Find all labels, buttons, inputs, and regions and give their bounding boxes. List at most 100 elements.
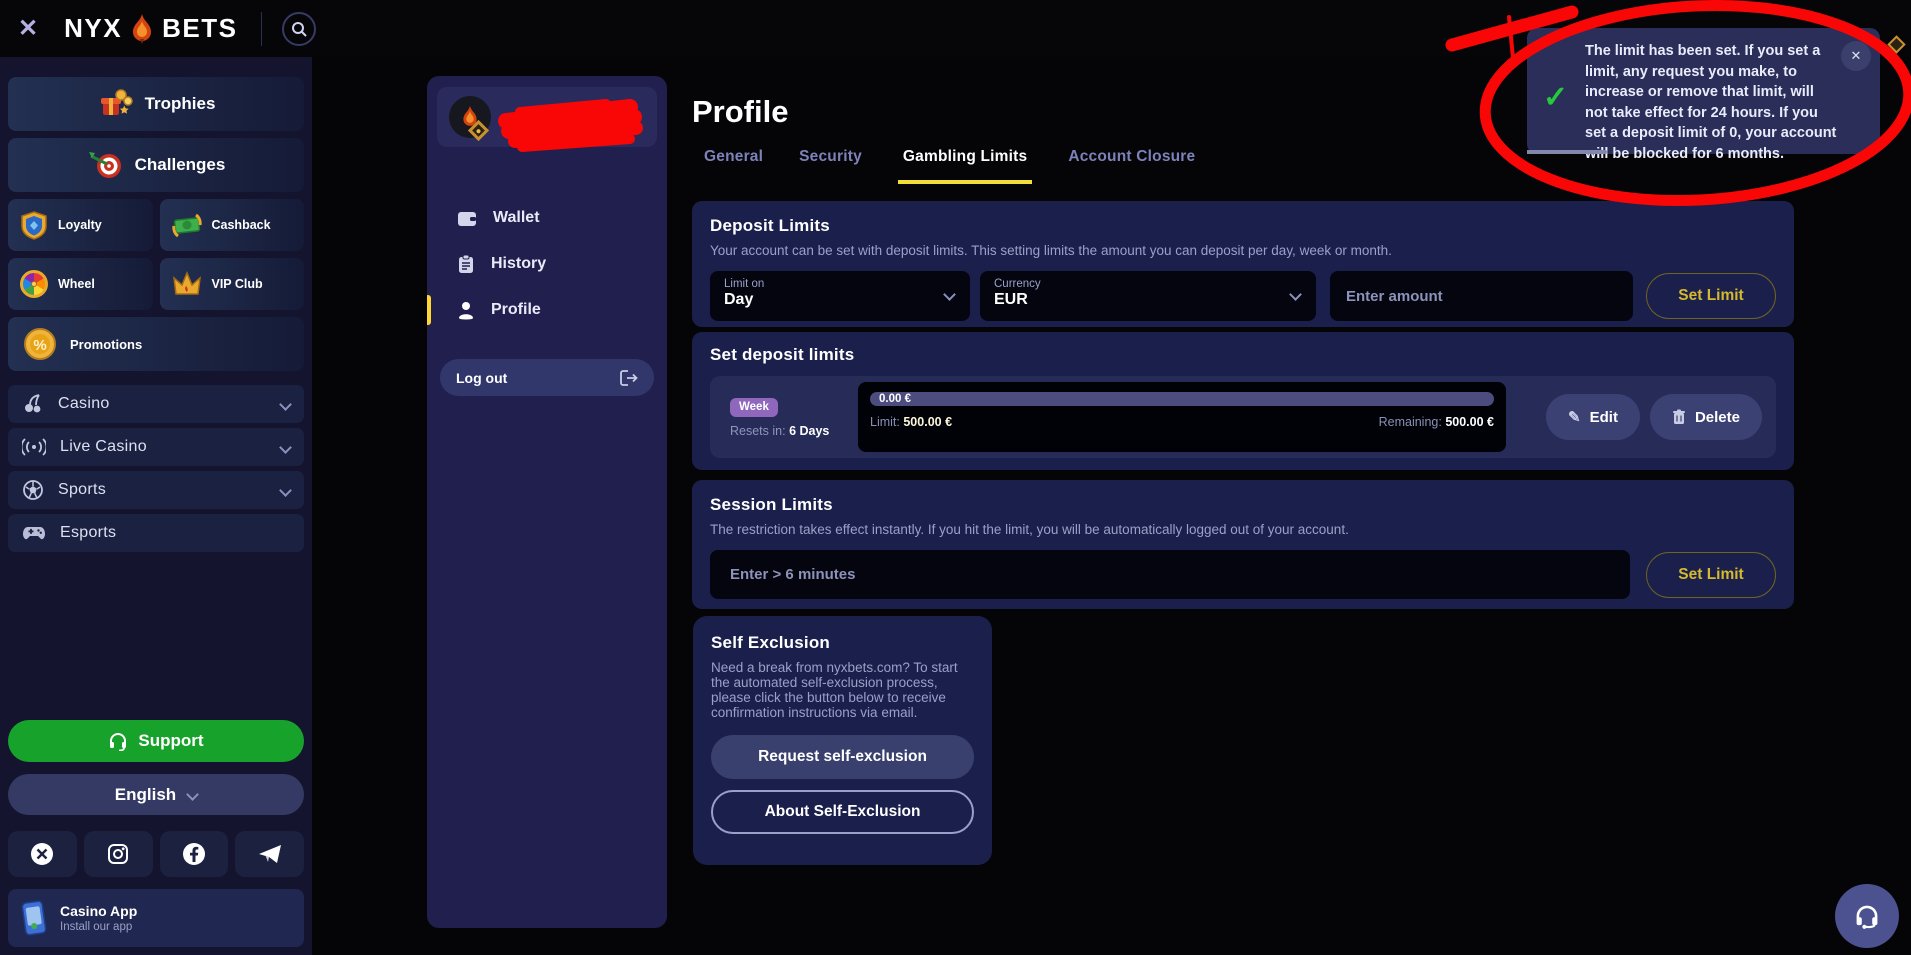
toast-close-icon[interactable]: ✕ <box>1841 41 1871 71</box>
page-title: Profile <box>692 94 788 130</box>
active-indicator <box>427 295 431 325</box>
chat-headset-icon <box>1854 903 1880 929</box>
period-badge: Week <box>730 398 778 417</box>
toast-timer-bar <box>1527 150 1607 154</box>
social-links <box>8 831 304 877</box>
chevron-down-icon <box>279 441 292 454</box>
tab-general[interactable]: General <box>704 148 763 184</box>
session-limits-panel: Session Limits The restriction takes eff… <box>692 480 1794 609</box>
sidebar-item-esports[interactable]: Esports <box>8 514 304 552</box>
limit-on-label: Limit on <box>724 278 956 290</box>
deposit-limits-panel: Deposit Limits Your account can be set w… <box>692 201 1794 327</box>
sidebar-item-live-casino[interactable]: Live Casino <box>8 428 304 466</box>
brand-logo[interactable]: NYX BETS <box>64 13 237 45</box>
sidebar-item-loyalty[interactable]: Loyalty <box>8 199 153 251</box>
chevron-down-icon <box>279 484 292 497</box>
wallet-icon <box>457 209 477 227</box>
sidebar-item-promotions[interactable]: % Promotions <box>8 317 304 371</box>
sidebar-item-label: Challenges <box>135 155 226 175</box>
menu-item-history[interactable]: History <box>427 241 667 287</box>
x-social-button[interactable] <box>8 831 77 877</box>
request-self-exclusion-button[interactable]: Request self-exclusion <box>711 735 974 779</box>
sidebar-item-label: Promotions <box>70 337 142 352</box>
pencil-icon: ✎ <box>1568 408 1581 426</box>
trophies-icon <box>97 87 133 121</box>
chevron-down-icon <box>186 788 199 801</box>
instagram-social-button[interactable] <box>84 831 153 877</box>
deposit-limits-description: Your account can be set with deposit lim… <box>710 243 1776 258</box>
sidebar-item-cashback[interactable]: Cashback <box>160 199 305 251</box>
set-deposit-limits-title: Set deposit limits <box>710 345 1776 365</box>
session-set-limit-button[interactable]: Set Limit <box>1646 552 1776 598</box>
brand-text-right: BETS <box>162 13 237 44</box>
tab-account-closure[interactable]: Account Closure <box>1068 148 1195 184</box>
casino-app-banner[interactable]: Casino App Install our app <box>8 889 304 947</box>
menu-item-profile[interactable]: Profile <box>427 287 667 333</box>
self-exclusion-description: Need a break from nyxbets.com? To start … <box>711 660 974 720</box>
language-selector[interactable]: English <box>8 774 304 815</box>
currency-dropdown[interactable]: Currency EUR <box>980 271 1316 321</box>
telegram-social-button[interactable] <box>235 831 304 877</box>
progress-value: 0.00 € <box>879 392 911 406</box>
search-icon <box>291 21 307 37</box>
limit-on-value: Day <box>724 291 956 309</box>
facebook-social-button[interactable] <box>160 831 229 877</box>
logout-button[interactable]: Log out <box>440 359 654 396</box>
success-check-icon: ✓ <box>1543 80 1568 115</box>
close-icon[interactable]: ✕ <box>18 14 38 43</box>
sports-ball-icon <box>22 479 44 501</box>
account-menu-panel: 79CoolDove Wallet History <box>427 76 667 928</box>
app-window: ✕ NYX BETS <box>0 0 1911 955</box>
deposit-amount-input[interactable] <box>1330 271 1633 321</box>
sidebar-item-challenges[interactable]: Challenges <box>8 138 304 192</box>
sidebar: Trophies Challenges Loyalty <box>0 57 312 955</box>
edit-limit-button[interactable]: ✎ Edit <box>1546 394 1640 440</box>
limit-label: Limit: <box>870 415 900 429</box>
search-button[interactable] <box>282 12 316 46</box>
sidebar-item-vip-club[interactable]: VIP Club <box>160 258 305 310</box>
support-button[interactable]: Support <box>8 720 304 762</box>
profile-person-icon <box>457 300 475 320</box>
currency-label: Currency <box>994 278 1302 290</box>
sidebar-item-trophies[interactable]: Trophies <box>8 77 304 131</box>
menu-item-label: Profile <box>491 301 541 319</box>
sidebar-item-wheel[interactable]: Wheel <box>8 258 153 310</box>
resets-value: 6 Days <box>789 424 829 438</box>
facebook-icon <box>181 841 207 867</box>
remaining-value: 500.00 € <box>1445 415 1494 429</box>
sidebar-item-sports[interactable]: Sports <box>8 471 304 509</box>
currency-value: EUR <box>994 291 1302 309</box>
vip-crown-icon <box>172 270 202 298</box>
headset-icon <box>108 731 128 751</box>
sidebar-item-casino[interactable]: Casino <box>8 385 304 423</box>
delete-label: Delete <box>1695 409 1740 426</box>
sidebar-feature-grid: Loyalty Cashback Wheel <box>8 199 304 310</box>
limit-on-dropdown[interactable]: Limit on Day <box>710 271 970 321</box>
deposit-set-limit-button[interactable]: Set Limit <box>1646 273 1776 319</box>
promotions-icon: % <box>22 326 58 362</box>
sidebar-item-label: VIP Club <box>212 277 263 291</box>
challenges-icon <box>87 148 123 182</box>
set-deposit-limits-panel: Set deposit limits Week Resets in: 6 Day… <box>692 332 1794 470</box>
deposit-limits-title: Deposit Limits <box>710 216 1776 236</box>
about-self-exclusion-button[interactable]: About Self-Exclusion <box>711 790 974 834</box>
session-minutes-input[interactable] <box>710 550 1630 599</box>
language-label: English <box>115 785 176 805</box>
loyalty-shield-icon <box>20 210 48 240</box>
sidebar-item-label: Wheel <box>58 277 95 291</box>
remaining-label: Remaining: <box>1379 415 1442 429</box>
limit-set-toast: ✓ The limit has been set. If you set a l… <box>1527 28 1880 154</box>
menu-item-wallet[interactable]: Wallet <box>427 195 667 241</box>
delete-limit-button[interactable]: Delete <box>1650 394 1762 440</box>
self-exclusion-title: Self Exclusion <box>711 633 974 653</box>
tab-security[interactable]: Security <box>799 148 862 184</box>
deposit-progress: 0.00 € Limit: 500.00 € Remaining: 500.00… <box>858 382 1506 452</box>
live-chat-button[interactable] <box>1835 884 1899 948</box>
username: 79CoolDove <box>507 118 584 134</box>
account-user-card[interactable]: 79CoolDove <box>437 87 657 147</box>
sidebar-bottom: Support English <box>8 720 304 947</box>
tab-gambling-limits[interactable]: Gambling Limits <box>898 148 1032 184</box>
casino-app-subtitle: Install our app <box>60 921 137 933</box>
sidebar-item-label: Live Casino <box>60 438 147 456</box>
flame-logo-icon <box>127 13 157 45</box>
